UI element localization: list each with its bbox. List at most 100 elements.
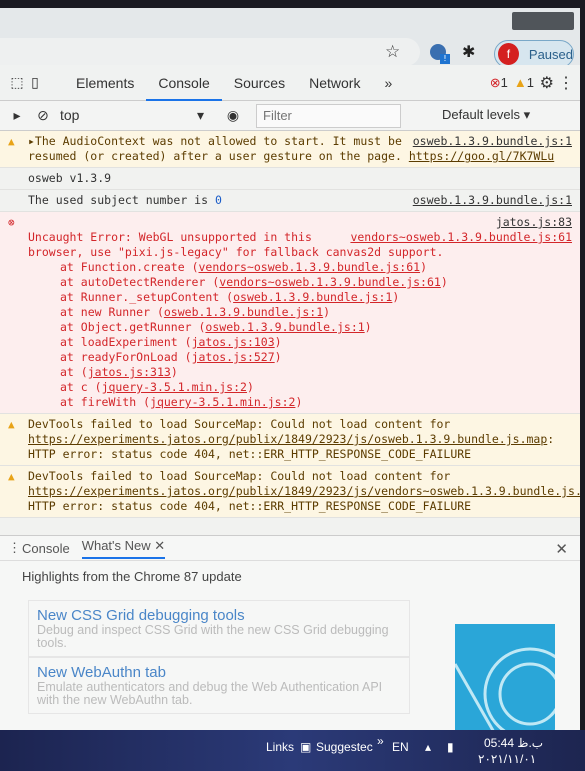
settings-gear-icon[interactable]: ⚙: [540, 73, 554, 93]
message-link[interactable]: https://goo.gl/7K7WLu: [409, 149, 554, 163]
language-indicator[interactable]: EN: [392, 740, 409, 754]
frame-function: at Runner._setupContent: [60, 290, 227, 304]
source-link[interactable]: osweb.1.3.9.bundle.js:1: [413, 134, 572, 149]
address-bar[interactable]: [0, 38, 420, 66]
more-tabs-button[interactable]: »: [372, 65, 404, 101]
sidebar-toggle-icon[interactable]: ▸: [8, 107, 26, 124]
tab-sources[interactable]: Sources: [222, 65, 297, 101]
console-toolbar: ▸ ⊘ top ▾ ◉ Default levels ▾: [0, 101, 580, 131]
frame-function: at loadExperiment: [60, 335, 185, 349]
devtools-drawer: ⋮ Console What's New ✕ ✕ Highlights from…: [0, 535, 580, 730]
more-options-icon[interactable]: ⋮: [558, 73, 574, 93]
frame-source-link[interactable]: vendors~osweb.1.3.9.bundle.js:61: [219, 275, 441, 289]
message-link[interactable]: https://experiments.jatos.org/publix/184…: [28, 484, 580, 498]
clear-console-icon[interactable]: ⊘: [34, 107, 52, 124]
frame-function: at new Runner: [60, 305, 157, 319]
tab-label: What's New: [81, 537, 151, 553]
taskbar: Links ▣ Suggestec » EN ▴ ▮ 05:44 ب.ظ ۲۰۲…: [0, 730, 585, 771]
inspect-element-icon[interactable]: ⬚: [8, 74, 26, 91]
warning-count: 1: [526, 75, 534, 90]
message-value: 0: [214, 193, 222, 207]
drawer-tab-console[interactable]: Console: [22, 541, 70, 556]
warning-icon: ▲: [8, 135, 15, 148]
browser-toolbar: ☆ ! ✱ f Paused: [0, 8, 580, 68]
issue-counts[interactable]: ⊗1 ▲1: [490, 75, 534, 91]
profile-status: Paused: [528, 46, 573, 62]
frame-source-link[interactable]: osweb.1.3.9.bundle.js:1: [205, 320, 364, 334]
highlights-heading: Highlights from the Chrome 87 update: [22, 569, 242, 584]
source-link[interactable]: jatos.js:83: [496, 215, 572, 229]
taskbar-links[interactable]: Links: [266, 740, 294, 754]
extensions-puzzle-icon[interactable]: ✱: [462, 42, 475, 61]
feature-card[interactable]: New CSS Grid debugging tools Debug and in…: [28, 600, 410, 657]
drawer-tabs: ⋮ Console What's New ✕ ✕: [0, 536, 580, 561]
bookmark-star-icon[interactable]: ☆: [385, 42, 400, 62]
taskbar-more[interactable]: »: [377, 734, 384, 748]
console-message-log: osweb v1.3.9: [0, 168, 580, 190]
stack-frame: at autoDetectRenderer (vendors~osweb.1.3…: [60, 275, 448, 289]
stack-frame: at Function.create (vendors~osweb.1.3.9.…: [60, 260, 427, 274]
frame-function: at autoDetectRenderer: [60, 275, 213, 289]
levels-dropdown[interactable]: Default levels ▾: [442, 107, 530, 123]
message-text: The used subject number is: [28, 193, 215, 207]
drawer-menu-icon[interactable]: ⋮: [8, 540, 21, 556]
stack-frame: at (jatos.js:313): [60, 365, 178, 379]
devtools-tabs: ⬚ ▯ Elements Console Sources Network » ⊗…: [0, 65, 580, 101]
frame-function: at: [60, 365, 81, 379]
stack-frame: at new Runner (osweb.1.3.9.bundle.js:1): [60, 305, 331, 319]
clock-time[interactable]: 05:44 ب.ظ: [484, 736, 543, 750]
frame-source-link[interactable]: jatos.js:527: [192, 350, 275, 364]
frame-source-link[interactable]: jquery-3.5.1.min.js:2: [102, 380, 247, 394]
frame-source-link[interactable]: osweb.1.3.9.bundle.js:1: [164, 305, 323, 319]
taskbar-app[interactable]: Suggestec: [316, 740, 373, 754]
filter-input[interactable]: [256, 103, 401, 128]
console-messages: ▲ osweb.1.3.9.bundle.js:1 ▸The AudioCont…: [0, 131, 580, 518]
frame-source-link[interactable]: osweb.1.3.9.bundle.js:1: [233, 290, 392, 304]
window-controls[interactable]: [512, 12, 574, 30]
message-link[interactable]: https://experiments.jatos.org/publix/184…: [28, 432, 547, 446]
source-link[interactable]: osweb.1.3.9.bundle.js:1: [413, 193, 572, 208]
tab-network[interactable]: Network: [297, 65, 372, 101]
profile-button[interactable]: f Paused: [494, 40, 574, 68]
console-message-log: osweb.1.3.9.bundle.js:1 The used subject…: [0, 190, 580, 212]
frame-function: at fireWith: [60, 395, 144, 409]
extension-badge: !: [440, 54, 450, 64]
device-toolbar-icon[interactable]: ▯: [26, 74, 44, 91]
stack-frame: at Runner._setupContent (osweb.1.3.9.bun…: [60, 290, 400, 304]
drawer-tab-whats-new[interactable]: What's New ✕: [81, 537, 166, 559]
frame-function: at readyForOnLoad: [60, 350, 185, 364]
context-select[interactable]: top ▾: [60, 107, 210, 124]
error-icon: ⊗: [489, 75, 501, 90]
battery-icon[interactable]: ▮: [447, 740, 454, 754]
stack-frame: at Object.getRunner (osweb.1.3.9.bundle.…: [60, 320, 372, 334]
tab-elements[interactable]: Elements: [64, 65, 146, 101]
frame-source-link[interactable]: vendors~osweb.1.3.9.bundle.js:61: [199, 260, 421, 274]
stack-frame: at fireWith (jquery-3.5.1.min.js:2): [60, 395, 303, 409]
console-message-warning: ▲ DevTools failed to load SourceMap: Cou…: [0, 414, 580, 466]
stack-trace: at Function.create (vendors~osweb.1.3.9.…: [28, 260, 572, 410]
message-text: DevTools failed to load SourceMap: Could…: [28, 417, 451, 431]
frame-function: at Function.create: [60, 260, 192, 274]
frame-source-link[interactable]: jatos.js:313: [88, 365, 171, 379]
stack-frame: at loadExperiment (jatos.js:103): [60, 335, 282, 349]
eye-icon[interactable]: ◉: [224, 107, 242, 124]
tray-expand-icon[interactable]: ▴: [425, 740, 431, 754]
tab-console[interactable]: Console: [146, 65, 222, 101]
frame-source-link[interactable]: jquery-3.5.1.min.js:2: [150, 395, 295, 409]
error-count: 1: [500, 75, 508, 90]
message-text: ▸The AudioContext was not allowed to sta…: [28, 134, 409, 163]
stack-frame: at c (jquery-3.5.1.min.js:2): [60, 380, 254, 394]
card-title: New WebAuthn tab: [37, 664, 166, 681]
context-value: top: [60, 107, 80, 123]
card-title: New CSS Grid debugging tools: [37, 607, 245, 624]
browser-window: ☆ ! ✱ f Paused ⬚ ▯ Elements Console Sour…: [0, 8, 580, 730]
close-drawer-icon[interactable]: ✕: [555, 540, 568, 558]
source-link[interactable]: vendors~osweb.1.3.9.bundle.js:61: [350, 230, 572, 245]
warning-icon: ▲: [8, 418, 15, 431]
frame-source-link[interactable]: jatos.js:103: [192, 335, 275, 349]
frame-function: at Object.getRunner: [60, 320, 199, 334]
console-message-error: ⊗ jatos.js:83 vendors~osweb.1.3.9.bundle…: [0, 212, 580, 414]
feature-card[interactable]: New WebAuthn tab Emulate authenticators a…: [28, 657, 410, 714]
close-icon[interactable]: ✕: [154, 538, 165, 553]
clock-date[interactable]: ۲۰۲۱/۱۱/۰۱: [478, 752, 536, 766]
